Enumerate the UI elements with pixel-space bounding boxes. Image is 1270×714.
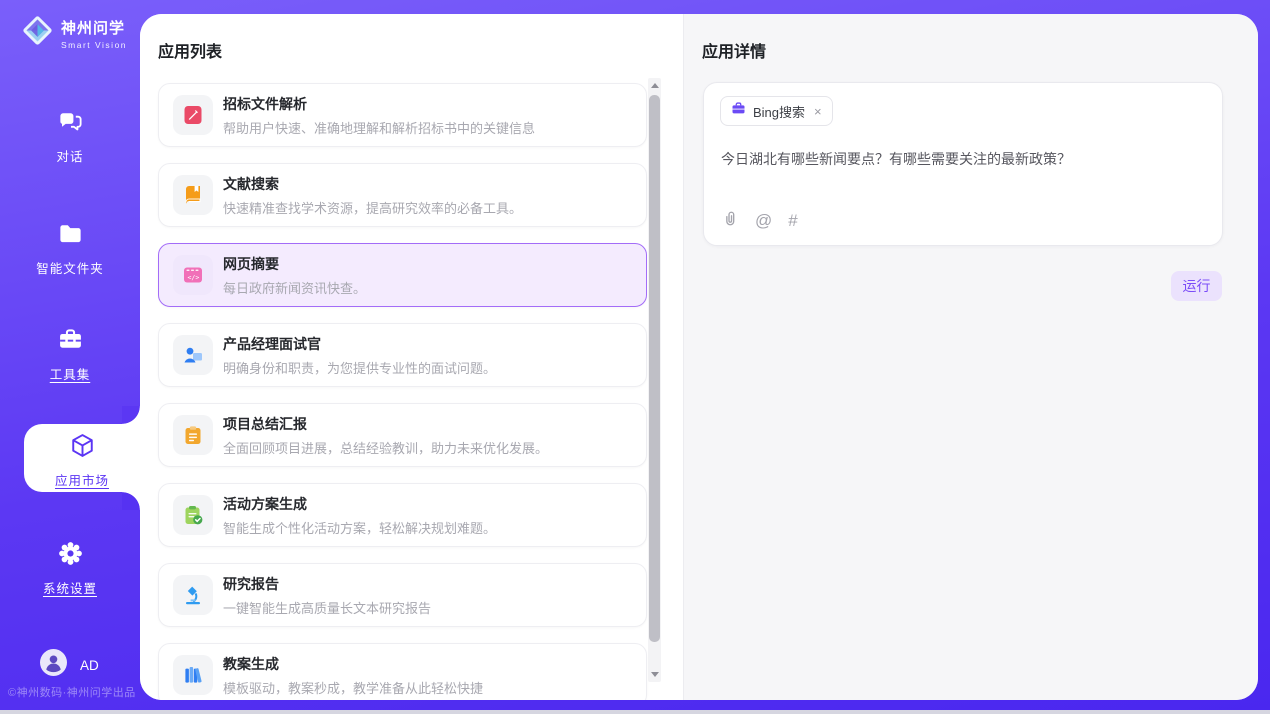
app-card-name: 网页摘要 [223, 254, 366, 274]
user-name: AD [80, 658, 99, 673]
app-card-project-summary[interactable]: 项目总结汇报 全面回顾项目进展，总结经验教训，助力未来优化发展。 [158, 403, 647, 467]
scrollbar[interactable] [648, 78, 661, 682]
brand-name: 神州问学 [61, 17, 127, 38]
app-card-desc: 一键智能生成高质量长文本研究报告 [223, 598, 431, 617]
diamond-logo-icon [20, 13, 55, 53]
app-card-desc: 帮助用户快速、准确地理解和解析招标书中的关键信息 [223, 118, 535, 137]
prompt-card[interactable]: Bing搜索 × 今日湖北有哪些新闻要点？有哪些需要关注的最新政策？ @ # [703, 82, 1223, 246]
app-card-name: 教案生成 [223, 654, 483, 674]
app-card-desc: 全面回顾项目进展，总结经验教训，助力未来优化发展。 [223, 438, 548, 457]
user-account[interactable]: AD [40, 649, 99, 681]
sidebar-item-chat[interactable]: 对话 [0, 108, 140, 165]
plan-check-icon [173, 495, 213, 535]
lesson-icon [173, 655, 213, 695]
toolbox-icon [57, 340, 84, 357]
app-card-desc: 每日政府新闻资讯快查。 [223, 278, 366, 297]
paperclip-icon[interactable] [721, 209, 739, 232]
app-card-name: 产品经理面试官 [223, 334, 496, 354]
app-card-desc: 快速精准查找学术资源，提高研究效率的必备工具。 [223, 198, 522, 217]
close-icon[interactable]: × [814, 104, 822, 119]
briefcase-icon [731, 101, 746, 121]
sidebar-item-label: 对话 [0, 146, 140, 165]
gear-icon [57, 554, 84, 571]
sidebar-item-label: 工具集 [0, 364, 140, 383]
tool-chip-bing-search[interactable]: Bing搜索 × [720, 96, 833, 126]
webpage-icon: </> [173, 255, 213, 295]
app-card-name: 活动方案生成 [223, 494, 496, 514]
app-card-event-plan[interactable]: 活动方案生成 智能生成个性化活动方案，轻松解决规划难题。 [158, 483, 647, 547]
scroll-up-icon[interactable] [651, 83, 659, 88]
cube-icon [69, 446, 96, 463]
person-icon [40, 649, 67, 681]
app-window: 神州问学 Smart Vision 对话 智能文件夹 [0, 0, 1270, 710]
app-card-pm-interviewer[interactable]: 产品经理面试官 明确身份和职责，为您提供专业性的面试问题。 [158, 323, 647, 387]
brand-tagline: Smart Vision [61, 40, 127, 50]
scroll-down-icon[interactable] [651, 672, 659, 677]
app-card-name: 研究报告 [223, 574, 431, 594]
svg-text:</>: </> [188, 274, 200, 282]
app-card-webpage-summary[interactable]: </> 网页摘要 每日政府新闻资讯快查。 [158, 243, 647, 307]
attachment-toolbar: @ # [721, 209, 798, 232]
sidebar: 神州问学 Smart Vision 对话 智能文件夹 [0, 0, 140, 710]
app-card-desc: 模板驱动，教案秒成，教学准备从此轻松快捷 [223, 678, 483, 697]
app-card-bid-parsing[interactable]: 招标文件解析 帮助用户快速、准确地理解和解析招标书中的关键信息 [158, 83, 647, 147]
at-icon[interactable]: @ [755, 211, 772, 231]
sidebar-item-label: 智能文件夹 [0, 258, 140, 277]
app-detail-title: 应用详情 [702, 38, 766, 62]
brand-logo: 神州问学 Smart Vision [20, 13, 127, 53]
scrollbar-thumb[interactable] [649, 95, 660, 642]
app-card-name: 招标文件解析 [223, 94, 535, 114]
book-icon [173, 175, 213, 215]
app-card-name: 文献搜索 [223, 174, 522, 194]
copyright-text: ©神州数码·神州问学出品 [8, 684, 136, 700]
tool-chip-label: Bing搜索 [753, 102, 805, 121]
sidebar-item-label: 应用市场 [24, 470, 140, 489]
sidebar-item-smart-folder[interactable]: 智能文件夹 [0, 220, 140, 277]
sidebar-item-label: 系统设置 [0, 578, 140, 597]
app-card-desc: 智能生成个性化活动方案，轻松解决规划难题。 [223, 518, 496, 537]
prompt-text[interactable]: 今日湖北有哪些新闻要点？有哪些需要关注的最新政策？ [721, 149, 1207, 170]
hash-icon[interactable]: # [788, 211, 797, 231]
app-card-name: 项目总结汇报 [223, 414, 548, 434]
run-button[interactable]: 运行 [1171, 271, 1222, 301]
app-list-title: 应用列表 [158, 38, 222, 62]
chat-icon [57, 122, 84, 139]
app-card-list: 招标文件解析 帮助用户快速、准确地理解和解析招标书中的关键信息 文献搜索 [158, 83, 647, 700]
doc-edit-icon [173, 95, 213, 135]
research-icon [173, 575, 213, 615]
app-card-lesson-plan[interactable]: 教案生成 模板驱动，教案秒成，教学准备从此轻松快捷 [158, 643, 647, 700]
clipboard-icon [173, 415, 213, 455]
interviewer-icon [173, 335, 213, 375]
sidebar-item-toolset[interactable]: 工具集 [0, 326, 140, 383]
sidebar-item-settings[interactable]: 系统设置 [0, 540, 140, 597]
app-detail-pane: 应用详情 Bing搜索 × 今日湖北有哪些新闻要点？有哪些需要关注的最新政策？ [683, 14, 1258, 700]
content-panel: 应用列表 招标文件解析 帮助用户快速、准确地理解和解析招标书中的关键信息 [140, 14, 1258, 700]
app-card-research-report[interactable]: 研究报告 一键智能生成高质量长文本研究报告 [158, 563, 647, 627]
folder-icon [57, 234, 84, 251]
app-card-desc: 明确身份和职责，为您提供专业性的面试问题。 [223, 358, 496, 377]
sidebar-item-app-market[interactable]: 应用市场 [24, 424, 140, 492]
app-list-pane: 应用列表 招标文件解析 帮助用户快速、准确地理解和解析招标书中的关键信息 [140, 14, 683, 700]
app-card-literature-search[interactable]: 文献搜索 快速精准查找学术资源，提高研究效率的必备工具。 [158, 163, 647, 227]
